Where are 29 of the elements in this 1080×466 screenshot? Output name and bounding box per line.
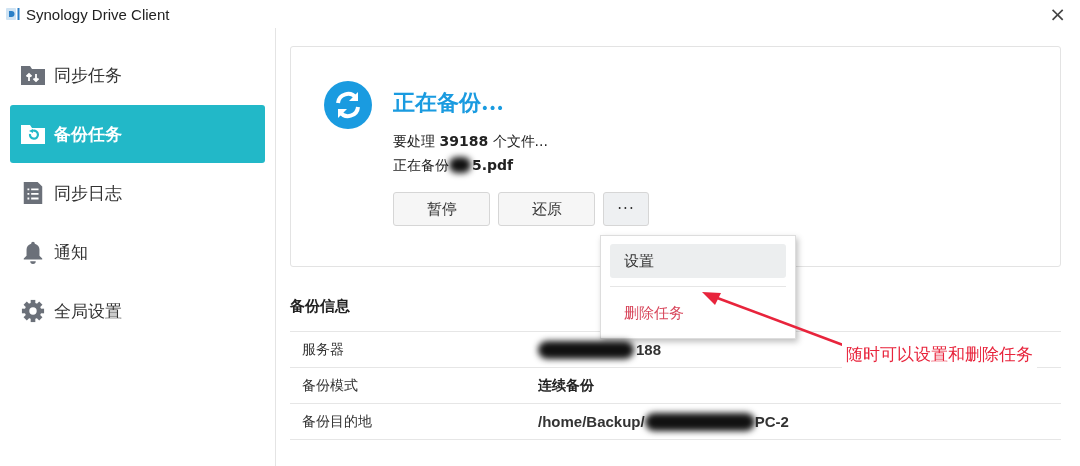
settings-icon: [20, 299, 46, 323]
menu-item[interactable]: 设置: [610, 244, 786, 278]
menu-item[interactable]: 删除任务: [610, 296, 786, 330]
app-logo-icon: [6, 7, 20, 21]
action-button[interactable]: 暂停: [393, 192, 490, 226]
table-cell-text: 备份目的地: [301, 412, 373, 431]
folder-restore-icon: [20, 122, 46, 146]
section-title: 备份信息: [290, 296, 350, 316]
file-name: 5.pdf: [472, 156, 514, 175]
sidebar-item[interactable]: 同步任务: [10, 46, 265, 104]
close-button[interactable]: ×: [1045, 4, 1070, 24]
sidebar-item[interactable]: 通知: [10, 223, 265, 281]
sync-icon: [324, 81, 372, 129]
folder-arrows-icon: [20, 63, 46, 87]
table-cell: /home/Backup/: [538, 413, 645, 430]
more-button[interactable]: ···: [603, 192, 649, 226]
table-cell: 188: [636, 341, 662, 358]
table-cell: 连续备份: [538, 376, 594, 395]
window-title: Synology Drive Client: [26, 5, 170, 23]
current-file-label: 正在备份: [393, 156, 449, 175]
status-title: 正在备份...: [393, 88, 505, 117]
sidebar-item[interactable]: 全局设置: [10, 282, 265, 340]
annotation-text: 随时可以设置和删除任务: [842, 341, 1037, 368]
table-cell-text: 服务器: [301, 340, 345, 359]
table-cell: PC-2: [754, 413, 789, 430]
sidebar-item[interactable]: 同步日志: [10, 164, 265, 222]
files-count-text: 要处理 39188 个文件...: [393, 132, 549, 151]
action-button[interactable]: 还原: [498, 192, 595, 226]
table-cell-text: 备份模式: [301, 376, 359, 395]
